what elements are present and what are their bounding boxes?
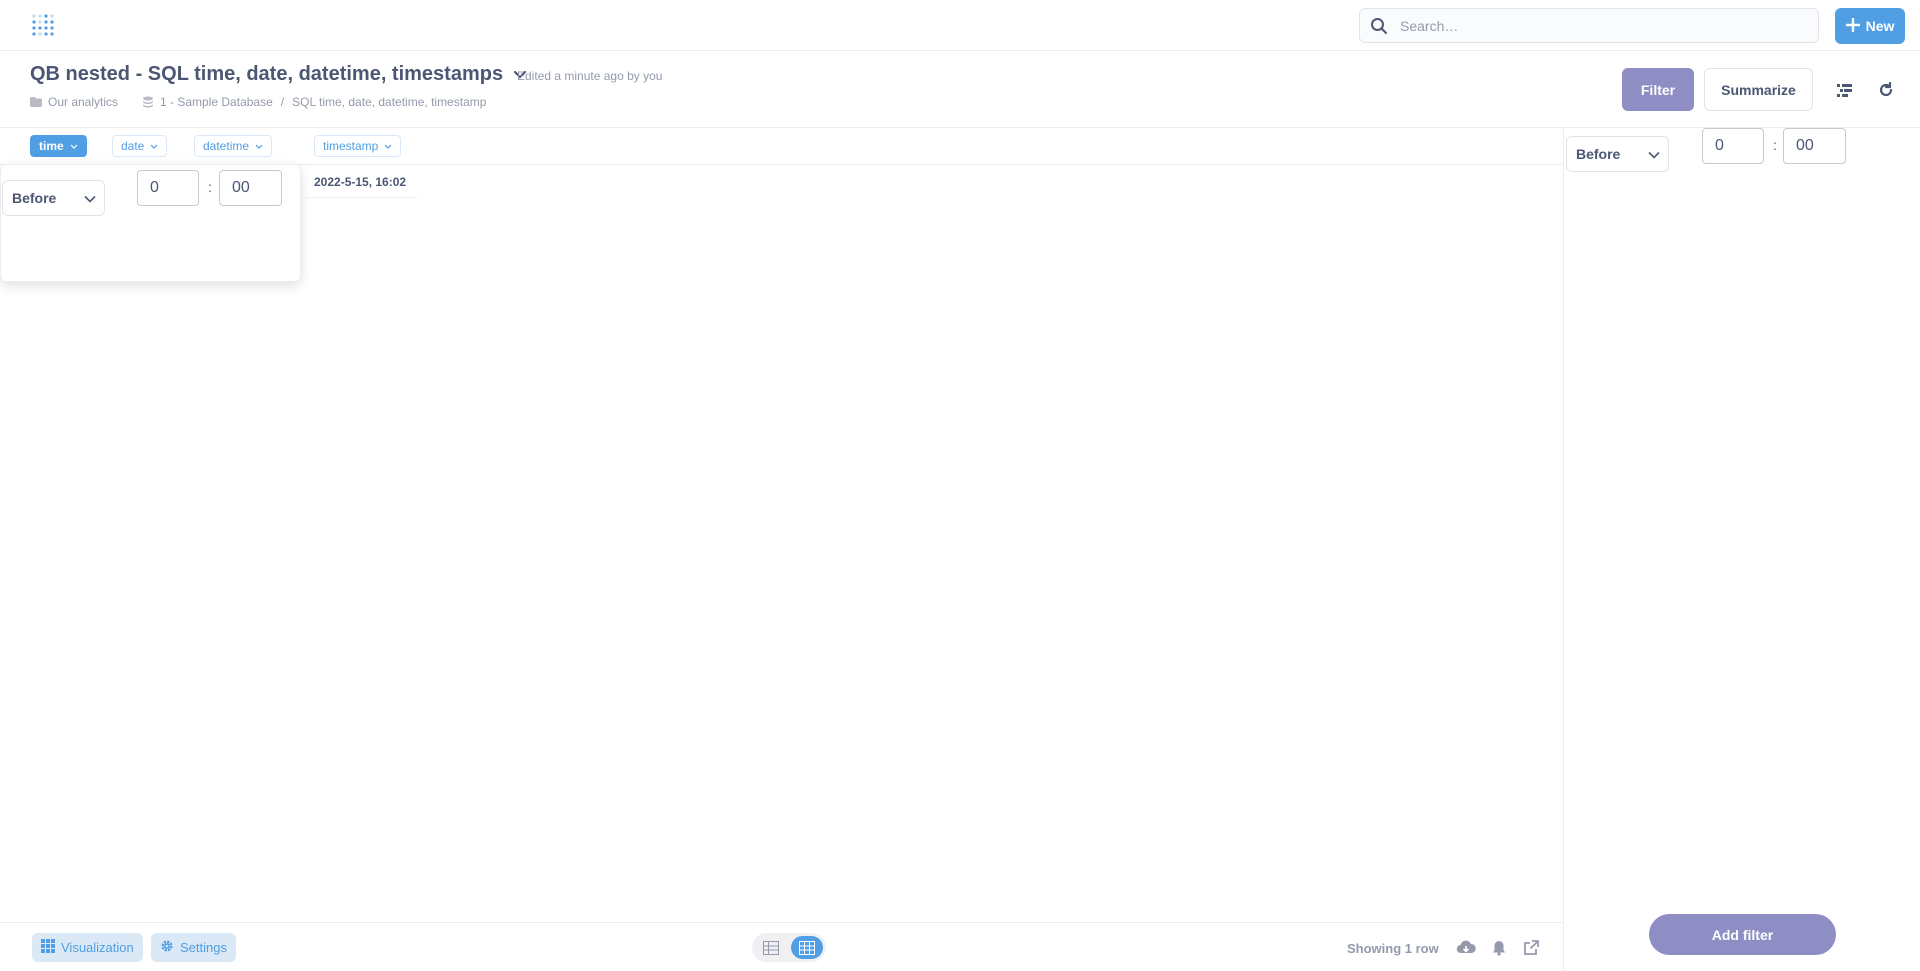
time-separator: : — [1773, 137, 1777, 153]
plus-icon — [1845, 17, 1860, 35]
new-button[interactable]: New — [1835, 8, 1905, 44]
column-header-label: time — [39, 139, 64, 153]
chevron-down-icon — [255, 139, 263, 153]
gear-icon — [160, 939, 174, 956]
column-header-date[interactable]: date — [112, 135, 168, 157]
chevron-down-icon — [84, 190, 96, 206]
table-view-toggle[interactable] — [755, 936, 787, 959]
add-filter-button[interactable]: Add filter — [1649, 914, 1836, 955]
breadcrumb-separator: / — [280, 95, 285, 109]
settings-label: Settings — [180, 940, 227, 955]
table-row-divider — [306, 197, 418, 198]
sidebar-hours-input[interactable]: 0 — [1702, 128, 1764, 164]
row-count: Showing 1 row — [1347, 941, 1439, 956]
database-icon — [142, 96, 154, 108]
last-edited-info[interactable]: Edited a minute ago by you — [517, 69, 662, 83]
operator-select-value: Before — [12, 190, 57, 206]
operator-select[interactable]: Before — [2, 180, 105, 216]
grid-icon — [41, 939, 55, 956]
breadcrumb: Our analytics 1 - Sample Database / SQL … — [30, 95, 486, 109]
visualization-view-toggle[interactable] — [791, 936, 823, 959]
column-header-timestamp[interactable]: timestamp — [314, 135, 402, 157]
metabase-logo-icon[interactable] — [30, 12, 58, 40]
refresh-icon[interactable] — [1877, 81, 1895, 99]
breadcrumb-collection[interactable]: Our analytics — [48, 95, 118, 109]
folder-icon — [30, 97, 42, 107]
table-cell-timestamp[interactable]: 2022-5-15, 16:02 — [314, 175, 406, 189]
chevron-down-icon — [1648, 146, 1660, 162]
question-title-text: QB nested - SQL time, date, datetime, ti… — [30, 63, 504, 85]
top-navbar: New — [0, 0, 1920, 51]
operator-select-value: Before — [1576, 146, 1621, 162]
notebook-editor-icon[interactable] — [1836, 81, 1854, 99]
search-input[interactable] — [1400, 17, 1800, 34]
chevron-down-icon — [384, 139, 392, 153]
visualization-button[interactable]: Visualization — [32, 933, 143, 962]
chevron-down-icon — [70, 139, 78, 153]
search-icon — [1370, 16, 1390, 36]
column-header-label: timestamp — [323, 139, 379, 153]
minutes-input[interactable]: 00 — [219, 170, 282, 206]
visualization-label: Visualization — [61, 940, 134, 955]
breadcrumb-table[interactable]: SQL time, date, datetime, timestamp — [292, 95, 486, 109]
table-header-row: time date datetime timestamp — [0, 128, 1563, 165]
settings-button[interactable]: Settings — [151, 933, 236, 962]
download-icon[interactable] — [1456, 939, 1476, 957]
new-button-label: New — [1865, 18, 1895, 34]
filter-sidebar: Before 0 : 00 — [1563, 128, 1920, 971]
bell-icon[interactable] — [1489, 939, 1509, 957]
filter-button[interactable]: Filter — [1622, 68, 1694, 111]
column-header-label: date — [121, 139, 145, 153]
question-header: QB nested - SQL time, date, datetime, ti… — [0, 51, 1920, 128]
view-toggle — [752, 933, 826, 962]
search-bar[interactable] — [1359, 8, 1819, 43]
column-header-datetime[interactable]: datetime — [194, 135, 273, 157]
sidebar-operator-select[interactable]: Before — [1566, 136, 1669, 172]
column-header-label: datetime — [203, 139, 250, 153]
column-header-time[interactable]: time — [30, 135, 87, 157]
breadcrumb-database[interactable]: 1 - Sample Database — [160, 95, 273, 109]
sidebar-minutes-input[interactable]: 00 — [1783, 128, 1846, 164]
summarize-button[interactable]: Summarize — [1704, 68, 1813, 111]
chevron-down-icon — [150, 139, 158, 153]
question-title[interactable]: QB nested - SQL time, date, datetime, ti… — [30, 63, 527, 86]
share-icon[interactable] — [1521, 939, 1541, 957]
hours-input[interactable]: 0 — [137, 170, 199, 206]
time-separator: : — [208, 179, 212, 195]
column-filter-popover: Before 0 : 00 — [0, 164, 301, 282]
view-footer: Visualization Settings Showing 1 row — [0, 922, 1563, 971]
